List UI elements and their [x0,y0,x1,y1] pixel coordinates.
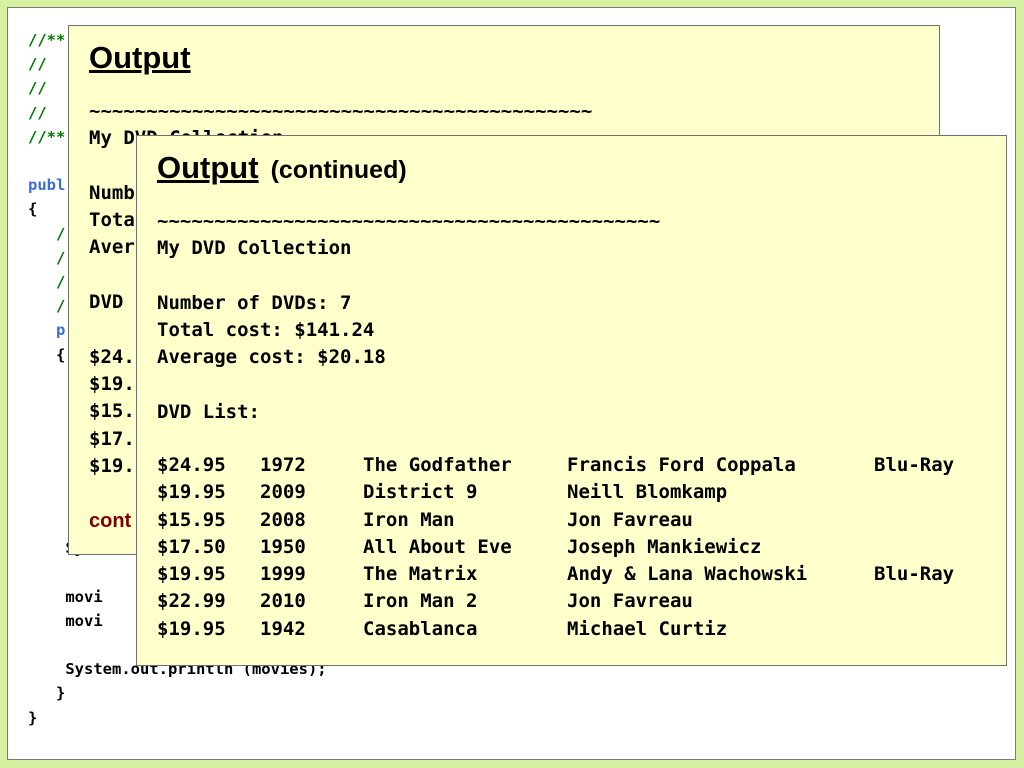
dvd-director: Francis Ford Coppala [567,454,796,476]
dvd-cost: $17.50 [157,535,226,558]
output-line: Numb [89,181,135,204]
average-cost: Average cost: $20.18 [157,346,386,369]
dvd-year: 2009 [260,481,306,504]
output-subtitle: (continued) [270,156,407,184]
output-text: ~~~~~~~~~~~~~~~~~~~~~~~~~~~~~~~~~~~~~~~~… [157,208,660,426]
output-panel-front: Output (continued) ~~~~~~~~~~~~~~~~~~~~~~… [136,135,1007,666]
output-line: $24. [89,345,135,368]
code-line: movi [28,611,103,630]
code-line: } [28,684,66,703]
dvd-title: The Godfather [363,454,512,476]
dvd-cost: $19.95 [157,481,226,504]
dvd-title: Iron Man [363,508,455,531]
output-line: $19. [89,454,135,477]
code-line: / [28,224,66,243]
code-line: //** [28,31,66,49]
panel-title: Output [89,40,191,76]
code-line: p [28,321,66,340]
code-line: // [28,103,47,122]
dvd-cost: $15.95 [157,508,226,531]
code-line: //** [28,127,66,146]
dvd-year: 2008 [260,508,306,531]
dvd-year: 1999 [260,563,306,586]
output-line: $17. [89,427,135,450]
output-title: Output [89,40,191,75]
dvd-title: District 9 [363,481,478,504]
output-line: $19. [89,372,135,395]
dvd-cost: $19.95 [157,617,226,640]
output-line: ~~~~~~~~~~~~~~~~~~~~~~~~~~~~~~~~~~~~~~~~… [89,100,593,122]
code-line: publ [28,176,66,195]
dvd-director: Joseph Mankiewicz [567,535,762,558]
total-cost: Total cost: $141.24 [157,319,375,342]
dvd-year: 2010 [260,590,306,613]
dvd-year: 1972 [260,454,306,476]
continued-label: cont [89,510,132,532]
tilde-line: ~~~~~~~~~~~~~~~~~~~~~~~~~~~~~~~~~~~~~~~~… [157,210,661,232]
code-line: / [28,273,66,292]
dvd-director: Michael Curtiz [567,617,728,640]
dvd-count: Number of DVDs: 7 [157,291,352,314]
dvd-format: Blu-Ray [874,454,955,476]
code-line: { [28,200,38,219]
dvd-director: Neill Blomkamp [567,481,728,504]
dvd-list-label: DVD List: [157,401,260,424]
code-line: { [28,345,66,364]
dvd-cost: $19.95 [157,563,226,586]
output-line: $15. [89,400,135,423]
code-line: / [28,248,66,267]
dvd-title: The Matrix [363,563,478,586]
code-line: // [28,79,47,98]
output-line: DVD [89,291,124,314]
dvd-year: 1950 [260,535,306,558]
dvd-title: All About Eve [363,535,512,558]
output-title: Output [157,150,259,185]
output-line: Aver [89,236,135,259]
dvd-director: Jon Favreau [567,590,693,613]
dvd-title: Iron Man 2 [363,590,478,613]
panel-title: Output (continued) [157,150,407,186]
code-line: // [28,55,47,74]
dvd-cost: $24.95 [157,454,226,476]
dvd-title: Casablanca [363,617,478,640]
dvd-year: 1942 [260,617,306,640]
code-line: } [28,708,38,727]
dvd-cost: $22.99 [157,590,226,613]
code-line: / [28,297,66,316]
collection-heading: My DVD Collection [157,237,352,260]
code-line: movi [28,587,103,606]
dvd-format: Blu-Ray [874,563,955,586]
dvd-director: Andy & Lana Wachowski [567,563,808,586]
dvd-director: Jon Favreau [567,508,693,531]
output-line: Tota [89,209,135,232]
